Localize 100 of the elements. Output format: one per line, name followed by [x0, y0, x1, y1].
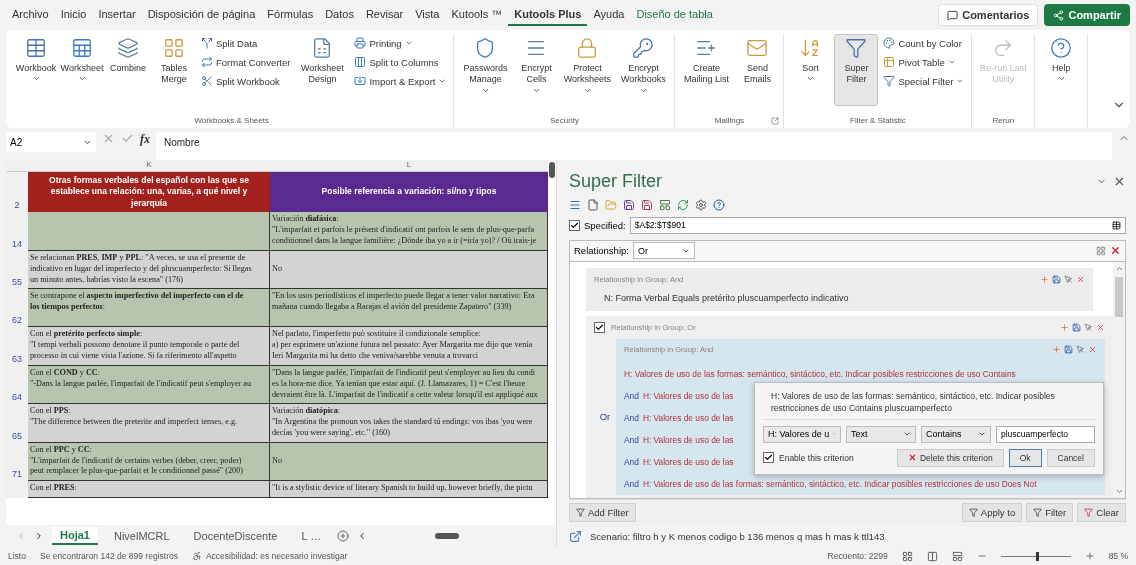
panel-icon[interactable] [659, 198, 671, 211]
cancel-button[interactable]: Cancel [1046, 448, 1095, 467]
row-number[interactable]: 14 [6, 212, 28, 251]
page-break-icon[interactable] [951, 550, 963, 562]
sheet-tab[interactable]: L … [293, 528, 330, 544]
criterion-text[interactable]: H: Valores de uso de las formas: semántico, sintáctico, etc. Indicar posibles restricciones de uso Does Not [642, 478, 1037, 489]
sheet-tab[interactable]: NivelMCRL [105, 528, 178, 544]
add-filter-button[interactable]: Add Filter [569, 503, 636, 523]
name-box[interactable]: A2 [6, 132, 96, 152]
add-icon[interactable] [1060, 323, 1069, 333]
delete-icon[interactable] [1110, 245, 1121, 257]
type-select[interactable]: Text [846, 425, 916, 443]
criterion-text[interactable]: H: Valores de uso de las [642, 412, 734, 423]
next-sheet-icon[interactable] [34, 531, 44, 541]
save-icon[interactable] [1064, 345, 1073, 355]
add-icon[interactable] [1052, 345, 1061, 355]
ok-button[interactable]: Ok [1008, 448, 1042, 467]
comments-button[interactable]: Comentarios [938, 4, 1039, 26]
pointer-icon[interactable] [1084, 323, 1093, 333]
operator-select[interactable]: Contains [921, 425, 991, 443]
zoom-level[interactable]: 85 % [1108, 551, 1128, 561]
delete-icon[interactable] [1088, 345, 1097, 355]
ribbon-button[interactable]: Sort [788, 34, 833, 106]
ribbon-button[interactable]: Split Workbook [198, 73, 294, 89]
row-number[interactable]: 71 [6, 442, 28, 482]
specified-checkbox[interactable] [569, 219, 580, 231]
vertical-scrollbar[interactable] [548, 160, 556, 525]
row-number[interactable]: 55 [6, 250, 28, 290]
relationship-select[interactable]: Or [632, 242, 695, 260]
row-number[interactable]: 2 [6, 172, 28, 213]
ribbon-button[interactable]: Combine [106, 34, 150, 106]
formula-field[interactable]: Nombre [156, 132, 1112, 160]
column-header[interactable]: L [270, 160, 548, 172]
cancel-icon[interactable] [102, 132, 115, 145]
ribbon-button[interactable]: Split Data [198, 35, 294, 51]
zoom-thumb[interactable] [1035, 551, 1039, 561]
add-icon[interactable] [1040, 275, 1049, 285]
menu-tab[interactable]: Archivo [6, 4, 55, 26]
refresh-icon[interactable] [677, 198, 689, 211]
ribbon-button[interactable]: Tables Merge [152, 34, 196, 106]
criterion-text[interactable]: H: Valores de uso de las [642, 434, 734, 445]
menu-tab[interactable]: Kutools ™ [445, 4, 509, 26]
horizontal-scrollbar[interactable] [435, 533, 460, 539]
ribbon-button[interactable]: Pivot Table [880, 54, 968, 70]
ribbon-button[interactable]: Encrypt Workbooks [616, 34, 671, 106]
help-icon[interactable] [713, 198, 725, 211]
close-icon[interactable] [1113, 175, 1126, 188]
column-select[interactable]: H: Valores de u [763, 425, 841, 443]
pointer-icon[interactable] [1076, 345, 1085, 355]
range-picker-icon[interactable] [1112, 220, 1121, 230]
check-icon[interactable] [121, 132, 134, 145]
page-layout-icon[interactable] [926, 550, 938, 562]
accessibility-status[interactable]: Accesibilidad: es necesario investigar [205, 551, 348, 561]
criterion-text[interactable]: N: Forma Verbal Equals pretérito pluscuamperfecto indicativo [594, 286, 1085, 305]
ribbon-button[interactable]: Split to Columns [351, 54, 450, 70]
normal-view-icon[interactable] [901, 550, 913, 562]
group-checkbox[interactable] [594, 322, 605, 334]
ribbon-button[interactable]: Workbook [14, 34, 58, 106]
ribbon-button[interactable]: Format Converter [198, 54, 294, 70]
ribbon-button[interactable]: Special Filter [880, 73, 968, 89]
delete-icon[interactable] [1096, 323, 1105, 333]
ribbon-button[interactable]: Send Emails [735, 34, 780, 106]
menu-tab[interactable]: Revisar [359, 4, 410, 26]
menu-tab[interactable]: Inicio [54, 4, 93, 26]
ribbon-button[interactable]: Encrypt Cells [514, 34, 559, 106]
menu-tab[interactable]: Kutools Plus [508, 4, 588, 26]
menu-tab[interactable]: Vista [409, 4, 446, 26]
criterion-text[interactable]: H: Valores de uso de las [642, 390, 734, 401]
ribbon-button[interactable]: Protect Worksheets [560, 34, 615, 106]
apply-to-button[interactable]: Apply to [961, 503, 1023, 523]
save-as-icon[interactable] [641, 198, 653, 211]
menu-tab[interactable]: Disposición de página [141, 4, 262, 26]
settings-icon[interactable] [695, 198, 707, 211]
share-button[interactable]: Compartir [1044, 4, 1130, 26]
ribbon-button[interactable]: Import & Export [351, 73, 450, 89]
menu-tab[interactable]: Datos [319, 4, 360, 26]
ribbon-button[interactable]: Create Mailing List [679, 34, 734, 106]
vertical-scrollbar[interactable] [1113, 261, 1125, 498]
zoom-in-icon[interactable] [1084, 551, 1095, 561]
sheet-tab[interactable]: DocenteDiscente [185, 528, 286, 544]
menu-tab[interactable]: Diseño de tabla [630, 4, 719, 26]
ribbon-button[interactable]: Help [1039, 34, 1084, 106]
row-number[interactable]: 62 [6, 289, 28, 328]
ribbon-button[interactable]: Count by Color [880, 35, 968, 51]
filter-button[interactable]: Filter [1026, 503, 1074, 523]
menu-tab[interactable]: Fórmulas [261, 4, 320, 26]
launcher-icon[interactable] [771, 117, 780, 125]
ribbon-button[interactable]: Worksheet Design [295, 34, 350, 106]
new-file-icon[interactable] [587, 198, 599, 211]
ribbon-button[interactable]: Printing [351, 35, 450, 51]
save-icon[interactable] [623, 198, 635, 211]
add-sheet-icon[interactable] [337, 530, 350, 542]
range-field[interactable]: $A$2:$T$901 [629, 216, 1126, 234]
save-icon[interactable] [1052, 275, 1061, 285]
ribbon-button[interactable]: Passwords Manage [458, 34, 513, 106]
insert-function-button[interactable]: fx [140, 132, 150, 147]
ribbon-button[interactable]: Worksheet [60, 34, 104, 106]
save-icon[interactable] [1072, 323, 1081, 333]
value-field[interactable]: pluscuamperfecto [996, 425, 1095, 443]
column-header[interactable]: K [28, 160, 270, 172]
